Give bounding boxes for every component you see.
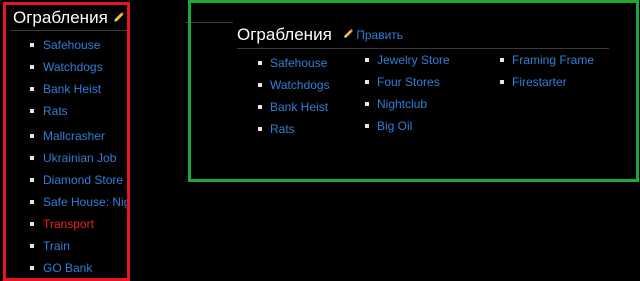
list-item: Safehouse (258, 55, 330, 77)
heist-link[interactable]: Mallcrasher (43, 129, 105, 143)
bullet-icon (258, 82, 262, 87)
list-item: Watchdogs (30, 59, 103, 75)
bullet-icon (30, 86, 34, 91)
bullet-icon (258, 104, 262, 109)
heist-link[interactable]: Big Oil (377, 119, 412, 133)
heist-link-missing[interactable]: Transport (43, 217, 94, 231)
narrow-navbox-title: Ограбления (13, 8, 108, 27)
list-item: Watchdogs (258, 77, 330, 99)
list-item: Safe House: Nig (30, 194, 127, 210)
bullet-icon (30, 221, 34, 226)
list-item: Diamond Store (30, 172, 123, 188)
bullet-icon (30, 64, 34, 69)
heist-link[interactable]: Bank Heist (43, 82, 101, 96)
heist-link[interactable]: Diamond Store (43, 173, 123, 187)
page: Ограбления Safehouse Watchdogs Bank Heis… (0, 0, 640, 281)
bullet-icon (365, 79, 369, 84)
heist-link[interactable]: Jewelry Store (377, 53, 450, 67)
list-item: GO Bank (30, 260, 92, 276)
bullet-icon (30, 265, 34, 270)
bullet-icon (30, 133, 34, 138)
heist-link[interactable]: Watchdogs (43, 60, 103, 74)
list-item: Bank Heist (258, 99, 330, 121)
wide-navbox-title: Ограбления (237, 25, 332, 44)
list-item: Safehouse (30, 37, 100, 53)
narrow-navbox-panel: Ограбления Safehouse Watchdogs Bank Heis… (3, 2, 130, 281)
edit-link[interactable]: Править (356, 28, 403, 42)
bullet-icon (30, 42, 34, 47)
list-item: Framing Frame (500, 52, 594, 74)
wide-navbox-header: Ограбления Править (237, 25, 403, 45)
heist-column-2: Jewelry Store Four Stores Nightclub Big … (365, 52, 450, 140)
heist-column-3: Framing Frame Firestarter (500, 52, 594, 96)
heist-link[interactable]: Four Stores (377, 75, 440, 89)
list-item: Bank Heist (30, 81, 101, 97)
heist-link[interactable]: Rats (43, 104, 68, 118)
pencil-icon[interactable] (342, 27, 354, 45)
heist-link[interactable]: Train (43, 239, 70, 253)
list-item: Rats (258, 121, 330, 143)
bullet-icon (30, 243, 34, 248)
heist-link[interactable]: Firestarter (512, 75, 567, 89)
bullet-icon (30, 155, 34, 160)
wide-navbox-divider (237, 48, 609, 49)
list-item: Nightclub (365, 96, 450, 118)
narrow-navbox-divider (10, 30, 127, 31)
heist-column-1: Safehouse Watchdogs Bank Heist Rats (258, 55, 330, 143)
bullet-icon (30, 177, 34, 182)
heist-link[interactable]: Rats (270, 122, 295, 136)
bullet-icon (365, 123, 369, 128)
heist-link[interactable]: Watchdogs (270, 78, 330, 92)
heist-link[interactable]: Safehouse (270, 56, 327, 70)
heist-link[interactable]: Safehouse (43, 38, 100, 52)
heist-link[interactable]: GO Bank (43, 261, 92, 275)
bullet-icon (500, 79, 504, 84)
list-item: Firestarter (500, 74, 594, 96)
bullet-icon (258, 60, 262, 65)
list-item: Jewelry Store (365, 52, 450, 74)
heist-link[interactable]: Safe House: Nig (43, 195, 127, 209)
pencil-icon[interactable] (112, 9, 125, 29)
bullet-icon (258, 126, 262, 131)
list-item: Ukrainian Job (30, 150, 116, 166)
narrow-navbox-header: Ограбления (13, 8, 125, 29)
heist-link[interactable]: Nightclub (377, 97, 427, 111)
bullet-icon (365, 57, 369, 62)
bullet-icon (30, 199, 34, 204)
list-item: Transport (30, 216, 94, 232)
bullet-icon (30, 108, 34, 113)
list-item: Rats (30, 103, 68, 119)
list-item: Four Stores (365, 74, 450, 96)
wide-navbox-panel: Ограбления Править Safehouse Watchdogs B… (188, 0, 639, 182)
bullet-icon (365, 101, 369, 106)
list-item: Train (30, 238, 70, 254)
bullet-icon (500, 57, 504, 62)
heist-link[interactable]: Framing Frame (512, 53, 594, 67)
list-item: Mallcrasher (30, 128, 105, 144)
heist-link[interactable]: Ukrainian Job (43, 151, 116, 165)
heist-link[interactable]: Bank Heist (270, 100, 328, 114)
list-item: Big Oil (365, 118, 450, 140)
